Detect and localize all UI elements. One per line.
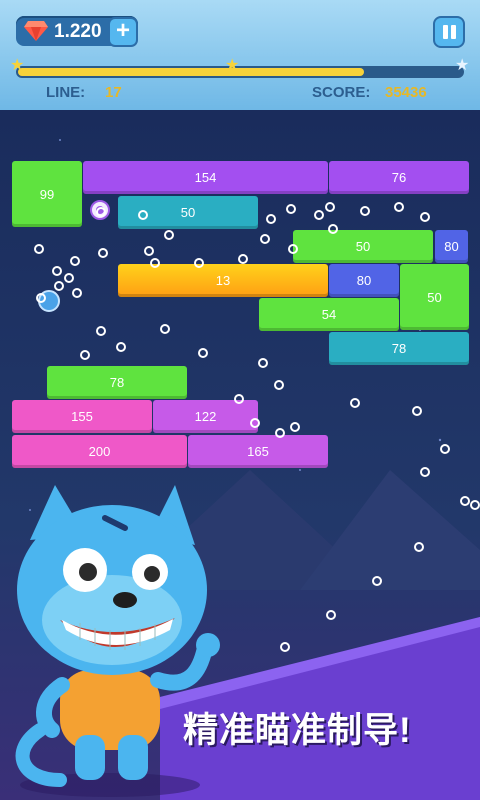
ball — [70, 256, 80, 266]
ball — [350, 398, 360, 408]
ball — [96, 326, 106, 336]
ball — [258, 358, 268, 368]
brick: 122 — [153, 400, 258, 433]
brick: 80 — [435, 230, 468, 263]
brick: 155 — [12, 400, 152, 433]
line-value: 17 — [105, 84, 122, 101]
ball — [325, 202, 335, 212]
ball — [360, 206, 370, 216]
level-progress-bar — [16, 66, 464, 78]
gem-icon — [24, 21, 48, 41]
ball — [275, 428, 285, 438]
ball — [266, 214, 276, 224]
line-label: LINE: — [46, 84, 86, 101]
brick: 154 — [83, 161, 328, 194]
ball — [160, 324, 170, 334]
ball — [234, 394, 244, 404]
ball — [198, 348, 208, 358]
ball — [36, 293, 46, 303]
brick: 200 — [12, 435, 187, 468]
brick: 54 — [259, 298, 399, 331]
score-label: SCORE: — [312, 84, 371, 101]
star-icon: ★ — [455, 57, 470, 74]
ball — [80, 350, 90, 360]
ball — [54, 281, 64, 291]
ball — [194, 258, 204, 268]
star-icon: ★ — [225, 57, 240, 74]
brick: 165 — [188, 435, 328, 468]
ball — [470, 500, 480, 510]
ball — [328, 224, 338, 234]
brick: 50 — [400, 264, 469, 330]
ball — [64, 273, 74, 283]
ball — [414, 542, 424, 552]
slogan-text: 精准瞄准制导! — [183, 711, 412, 750]
brick: 50 — [293, 230, 433, 263]
brick: 78 — [329, 332, 469, 365]
ball — [460, 496, 470, 506]
brick: 76 — [329, 161, 469, 194]
ball — [420, 467, 430, 477]
ball — [394, 202, 404, 212]
ball — [72, 288, 82, 298]
ball — [290, 422, 300, 432]
ball — [286, 204, 296, 214]
ball — [372, 576, 382, 586]
ball — [144, 246, 154, 256]
ball — [274, 380, 284, 390]
add-gems-button[interactable]: + — [108, 17, 138, 47]
top-hud: 1.220 + ★ ★ ★ LINE: 17 SCORE: 35436 — [0, 0, 480, 110]
ball — [412, 406, 422, 416]
ball — [260, 234, 270, 244]
brick: 80 — [329, 264, 399, 297]
ball — [238, 254, 248, 264]
plus-icon: + — [115, 17, 130, 44]
brick: 99 — [12, 161, 82, 227]
ball — [164, 230, 174, 240]
gem-count: 1.220 — [54, 21, 102, 42]
ball — [96, 207, 106, 217]
ball — [138, 210, 148, 220]
ball — [150, 258, 160, 268]
pause-icon — [443, 25, 448, 39]
ball — [420, 212, 430, 222]
brick: 13 — [118, 264, 328, 297]
score-value: 35436 — [385, 84, 427, 101]
brick: 78 — [47, 366, 187, 399]
star-icon: ★ — [10, 57, 25, 74]
ball — [34, 244, 44, 254]
ball — [116, 342, 126, 352]
ball — [250, 418, 260, 428]
ball — [98, 248, 108, 258]
ball — [52, 266, 62, 276]
ball — [440, 444, 450, 454]
ball — [314, 210, 324, 220]
pause-button[interactable] — [433, 16, 465, 48]
level-progress-fill — [18, 68, 365, 76]
ball — [288, 244, 298, 254]
